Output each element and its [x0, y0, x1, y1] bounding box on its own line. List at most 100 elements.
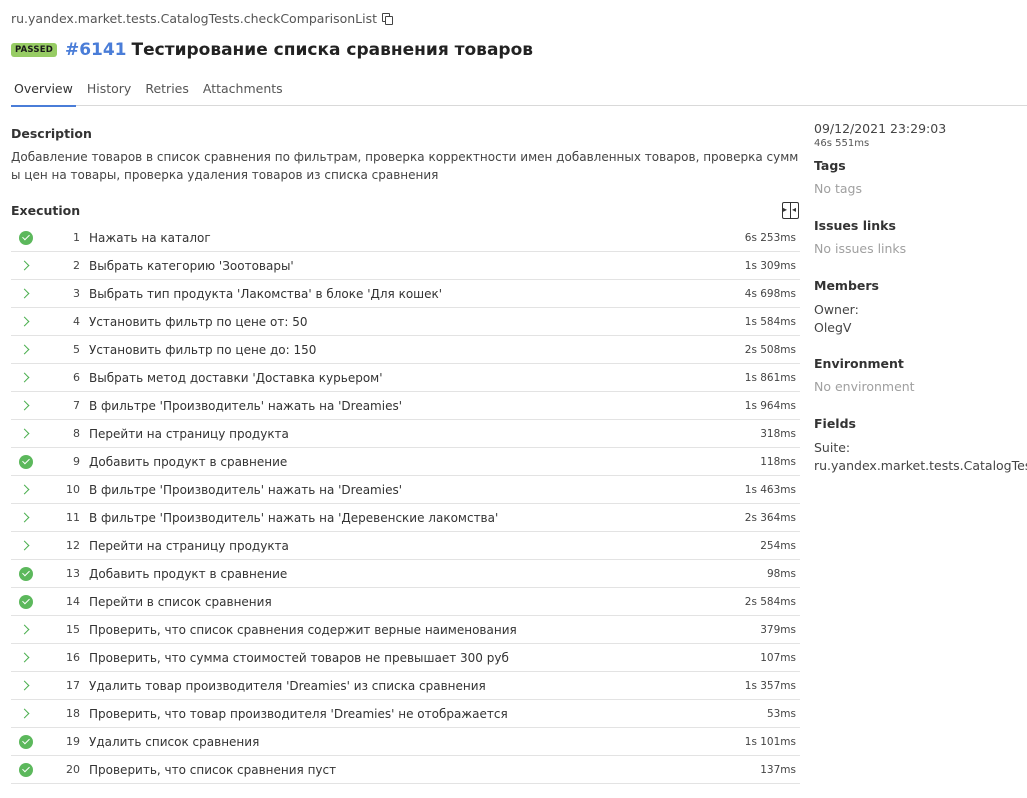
- step-duration: 2s 584ms: [744, 595, 796, 608]
- description-heading: Description: [11, 126, 92, 141]
- tab-overview[interactable]: Overview: [11, 80, 76, 107]
- step-number: 1: [73, 231, 80, 244]
- expand-collapse-icon[interactable]: ▸ ◂: [782, 202, 799, 219]
- step-status: [11, 230, 41, 245]
- step-row[interactable]: 7 В фильтре 'Производитель' нажать на 'Dr…: [11, 392, 800, 420]
- step-row[interactable]: 13 Добавить продукт в сравнение 98ms: [11, 560, 800, 588]
- step-status: [11, 315, 41, 329]
- step-name: Добавить продукт в сравнение: [89, 566, 288, 581]
- chevron-right-icon[interactable]: [19, 651, 33, 665]
- step-status: [11, 734, 41, 749]
- step-row[interactable]: 5 Установить фильтр по цене до: 150 2s 508…: [11, 336, 800, 364]
- step-duration: 137ms: [760, 763, 796, 776]
- step-number: 12: [66, 539, 80, 552]
- step-name: Установить фильтр по цене до: 150: [89, 342, 317, 357]
- step-number: 10: [66, 483, 80, 496]
- step-status: [11, 594, 41, 609]
- step-number: 13: [66, 567, 80, 580]
- check-circle-icon: [19, 594, 33, 609]
- step-number: 9: [73, 455, 80, 468]
- chevron-right-icon[interactable]: [19, 623, 33, 637]
- step-duration: 318ms: [760, 427, 796, 440]
- step-duration: 6s 253ms: [744, 231, 796, 244]
- step-row[interactable]: 10 В фильтре 'Производитель' нажать на 'D…: [11, 476, 800, 504]
- sidebar: 09/12/2021 23:29:03 46s 551ms Tags No ta…: [814, 121, 1027, 475]
- check-circle-icon: [19, 734, 33, 749]
- step-number: 18: [66, 707, 80, 720]
- step-duration: 1s 861ms: [744, 371, 796, 384]
- step-number: 20: [66, 763, 80, 776]
- page-title: #6141 Тестирование списка сравнения товар…: [65, 40, 533, 60]
- tab-retries[interactable]: Retries: [142, 80, 192, 106]
- chevron-right-icon[interactable]: [19, 371, 33, 385]
- title-row: PASSED #6141 Тестирование списка сравнени…: [11, 40, 533, 60]
- step-status: [11, 343, 41, 357]
- step-duration: 1s 964ms: [744, 399, 796, 412]
- chevron-right-icon[interactable]: [19, 399, 33, 413]
- step-name: Установить фильтр по цене от: 50: [89, 314, 308, 329]
- check-circle-icon: [19, 454, 33, 469]
- total-duration: 46s 551ms: [814, 138, 870, 149]
- step-row[interactable]: 3 Выбрать тип продукта 'Лакомства' в блок…: [11, 280, 800, 308]
- step-row[interactable]: 17 Удалить товар производителя 'Dreamies'…: [11, 672, 800, 700]
- tab-bar: Overview History Retries Attachments: [11, 80, 1027, 107]
- step-row[interactable]: 9 Добавить продукт в сравнение 118ms: [11, 448, 800, 476]
- step-row[interactable]: 20 Проверить, что список сравнения пуст 13…: [11, 756, 800, 784]
- step-status: [11, 651, 41, 665]
- step-number: 2: [73, 259, 80, 272]
- step-number: 11: [66, 511, 80, 524]
- step-name: Нажать на каталог: [89, 230, 211, 245]
- chevron-right-icon[interactable]: [19, 287, 33, 301]
- chevron-right-icon[interactable]: [19, 679, 33, 693]
- step-duration: 379ms: [760, 623, 796, 636]
- owner-field: Owner: OlegV: [814, 301, 1027, 337]
- chevron-right-icon[interactable]: [19, 315, 33, 329]
- chevron-right-icon[interactable]: [19, 343, 33, 357]
- step-name: Проверить, что товар производителя 'Drea…: [89, 706, 508, 721]
- step-row[interactable]: 18 Проверить, что товар производителя 'Dr…: [11, 700, 800, 728]
- status-badge: PASSED: [11, 43, 57, 57]
- tab-history[interactable]: History: [84, 80, 134, 106]
- copy-icon[interactable]: [382, 12, 394, 25]
- step-name: Перейти на страницу продукта: [89, 426, 289, 441]
- step-number: 15: [66, 623, 80, 636]
- step-duration: 1s 584ms: [744, 315, 796, 328]
- step-duration: 2s 364ms: [744, 511, 796, 524]
- step-name: Проверить, что список сравнения содержит…: [89, 622, 517, 637]
- step-row[interactable]: 2 Выбрать категорию 'Зоотовары' 1s 309ms: [11, 252, 800, 280]
- step-row[interactable]: 1 Нажать на каталог 6s 253ms: [11, 224, 800, 252]
- step-row[interactable]: 12 Перейти на страницу продукта 254ms: [11, 532, 800, 560]
- step-name: Перейти на страницу продукта: [89, 538, 289, 553]
- step-duration: 107ms: [760, 651, 796, 664]
- step-row[interactable]: 19 Удалить список сравнения 1s 101ms: [11, 728, 800, 756]
- chevron-right-icon[interactable]: [19, 259, 33, 273]
- owner-value: OlegV: [814, 320, 852, 335]
- step-row[interactable]: 14 Перейти в список сравнения 2s 584ms: [11, 588, 800, 616]
- step-duration: 1s 357ms: [744, 679, 796, 692]
- step-row[interactable]: 11 В фильтре 'Производитель' нажать на 'Д…: [11, 504, 800, 532]
- step-number: 4: [73, 315, 80, 328]
- step-status: [11, 399, 41, 413]
- step-row[interactable]: 16 Проверить, что сумма стоимостей товаро…: [11, 644, 800, 672]
- step-duration: 53ms: [766, 707, 796, 720]
- chevron-right-icon[interactable]: [19, 511, 33, 525]
- step-name: Выбрать тип продукта 'Лакомства' в блоке…: [89, 286, 443, 301]
- step-name: В фильтре 'Производитель' нажать на 'Dre…: [89, 482, 403, 497]
- fields-heading: Fields: [814, 416, 856, 431]
- step-status: [11, 287, 41, 301]
- tab-attachments[interactable]: Attachments: [200, 80, 286, 106]
- chevron-right-icon[interactable]: [19, 707, 33, 721]
- step-row[interactable]: 4 Установить фильтр по цене от: 50 1s 584m…: [11, 308, 800, 336]
- test-title: Тестирование списка сравнения товаров: [131, 40, 534, 60]
- step-row[interactable]: 15 Проверить, что список сравнения содерж…: [11, 616, 800, 644]
- step-number: 7: [73, 399, 80, 412]
- start-date: 09/12/2021 23:29:03: [814, 121, 947, 136]
- step-row[interactable]: 8 Перейти на страницу продукта 318ms: [11, 420, 800, 448]
- chevron-right-icon[interactable]: [19, 483, 33, 497]
- step-row[interactable]: 6 Выбрать метод доставки 'Доставка курьер…: [11, 364, 800, 392]
- step-name: Выбрать категорию 'Зоотовары': [89, 258, 294, 273]
- step-status: [11, 623, 41, 637]
- chevron-right-icon[interactable]: [19, 427, 33, 441]
- chevron-right-icon[interactable]: [19, 539, 33, 553]
- step-status: [11, 259, 41, 273]
